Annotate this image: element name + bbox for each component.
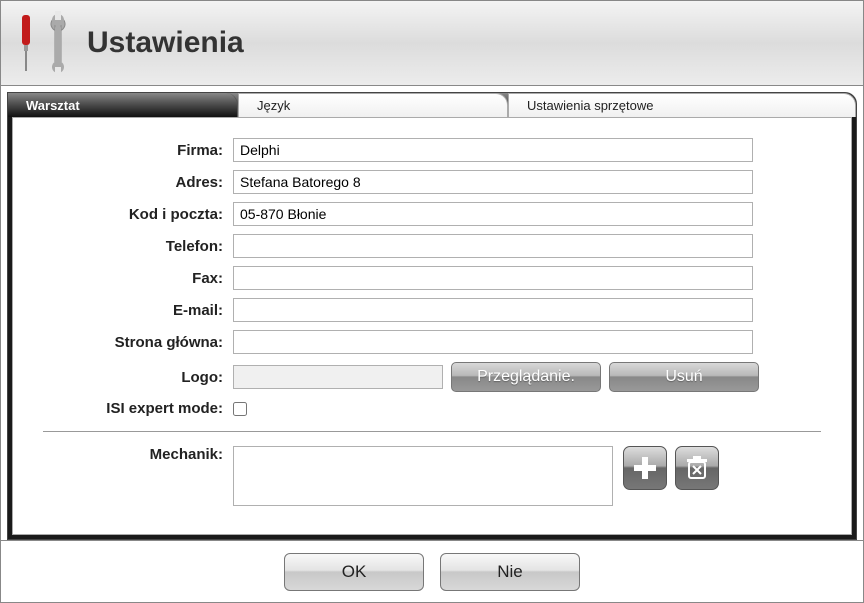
window-header: Ustawienia <box>1 1 863 86</box>
input-firma[interactable] <box>233 138 753 162</box>
label-telefon: Telefon: <box>43 238 233 255</box>
tab-language[interactable]: Język <box>238 93 508 117</box>
label-adres: Adres: <box>43 174 233 191</box>
delete-logo-button[interactable]: Usuń <box>609 362 759 392</box>
label-isi: ISI expert mode: <box>43 400 233 417</box>
label-strona: Strona główna: <box>43 334 233 351</box>
input-telefon[interactable] <box>233 234 753 258</box>
label-email: E-mail: <box>43 302 233 319</box>
input-kod[interactable] <box>233 202 753 226</box>
input-adres[interactable] <box>233 170 753 194</box>
browse-button[interactable]: Przeglądanie. <box>451 362 601 392</box>
tab-hardware[interactable]: Ustawienia sprzętowe <box>508 93 856 117</box>
settings-window: Ustawienia Warsztat Język Ustawienia spr… <box>0 0 864 603</box>
tab-label: Ustawienia sprzętowe <box>527 98 653 113</box>
remove-mechanik-button[interactable] <box>675 446 719 490</box>
screwdriver-icon <box>13 11 39 75</box>
label-mechanik: Mechanik: <box>43 446 233 463</box>
cancel-button[interactable]: Nie <box>440 553 580 591</box>
tab-bar: Warsztat Język Ustawienia sprzętowe <box>8 93 856 117</box>
add-mechanik-button[interactable] <box>623 446 667 490</box>
tab-label: Język <box>257 98 290 113</box>
separator <box>43 431 821 432</box>
workshop-panel: Firma: Adres: Kod i poczta: Telefon: Fax… <box>12 117 852 535</box>
label-fax: Fax: <box>43 270 233 287</box>
dialog-footer: OK Nie <box>1 540 863 602</box>
checkbox-isi[interactable] <box>233 402 247 416</box>
input-email[interactable] <box>233 298 753 322</box>
wrench-icon <box>45 11 71 75</box>
label-firma: Firma: <box>43 142 233 159</box>
trash-icon <box>684 455 710 481</box>
tab-container: Warsztat Język Ustawienia sprzętowe Firm… <box>7 92 857 540</box>
input-fax[interactable] <box>233 266 753 290</box>
ok-button[interactable]: OK <box>284 553 424 591</box>
tab-label: Warsztat <box>26 98 80 113</box>
plus-icon <box>631 454 659 482</box>
label-kod: Kod i poczta: <box>43 206 233 223</box>
input-strona[interactable] <box>233 330 753 354</box>
header-tools-icon <box>13 11 71 75</box>
input-logo <box>233 365 443 389</box>
page-title: Ustawienia <box>87 26 244 60</box>
label-logo: Logo: <box>43 369 233 386</box>
tab-workshop[interactable]: Warsztat <box>8 93 238 117</box>
mechanik-listbox[interactable] <box>233 446 613 506</box>
